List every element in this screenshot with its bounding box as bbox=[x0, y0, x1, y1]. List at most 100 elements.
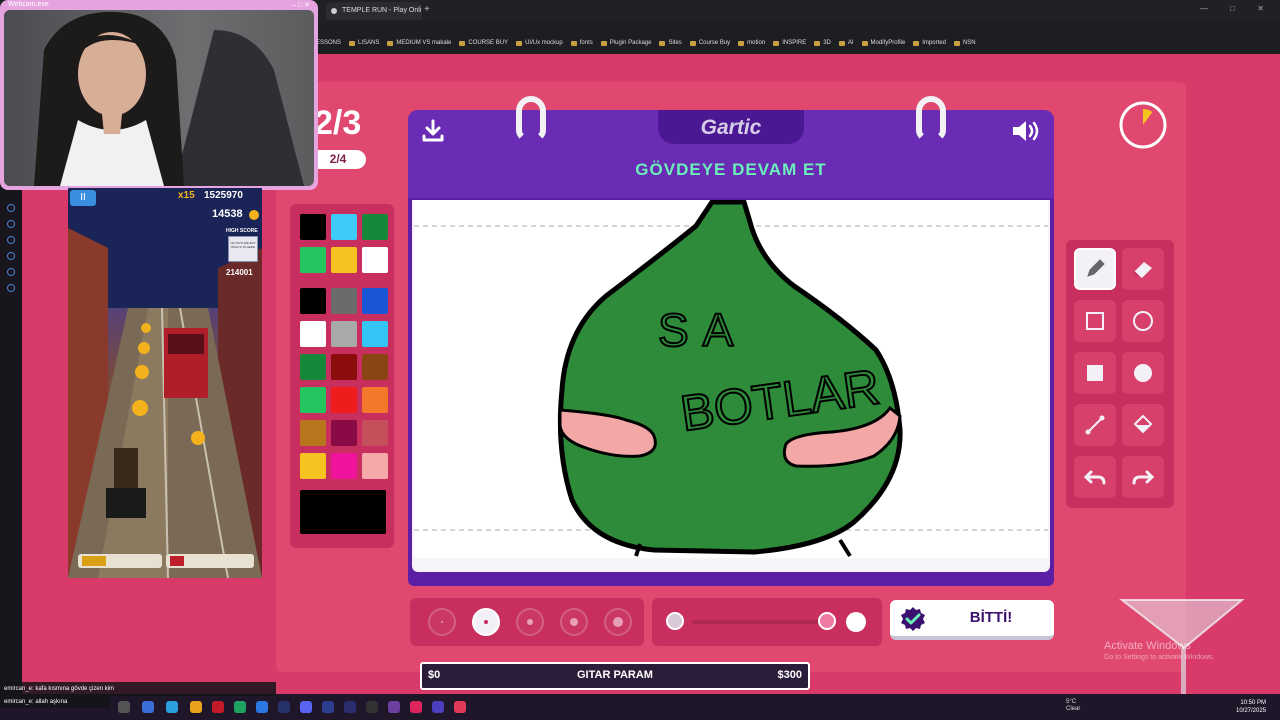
side-icon[interactable] bbox=[7, 204, 15, 212]
bookmark-item[interactable]: NSN bbox=[953, 40, 976, 46]
taskbar-app-icon[interactable] bbox=[278, 701, 290, 713]
side-icon[interactable] bbox=[7, 268, 15, 276]
browser-tab[interactable]: TEMPLE RUN - Play Onli bbox=[326, 2, 422, 20]
tool-circle-filled[interactable] bbox=[1122, 352, 1164, 394]
bookmark-item[interactable]: LISANS bbox=[349, 40, 379, 46]
color-swatch[interactable] bbox=[300, 420, 326, 446]
taskbar-app-icon[interactable] bbox=[300, 701, 312, 713]
taskbar-app-icon[interactable] bbox=[432, 701, 444, 713]
download-icon[interactable] bbox=[420, 118, 446, 144]
bookmark-item[interactable]: ModifyProfile bbox=[861, 40, 905, 46]
color-swatch[interactable] bbox=[331, 420, 357, 446]
bookmark-item[interactable]: Course Buy bbox=[689, 40, 730, 46]
color-swatch[interactable] bbox=[362, 420, 388, 446]
side-icon[interactable] bbox=[7, 220, 15, 228]
drawing-canvas[interactable]: SA BOTLAR bbox=[414, 200, 1048, 558]
color-swatch[interactable] bbox=[362, 453, 388, 479]
folder-icon bbox=[953, 40, 960, 46]
sound-icon[interactable] bbox=[1010, 118, 1042, 144]
bookmark-item[interactable]: fonts bbox=[570, 40, 593, 46]
taskbar-app-icon[interactable] bbox=[256, 701, 268, 713]
bookmark-label: motion bbox=[747, 40, 766, 46]
color-swatch[interactable] bbox=[362, 321, 388, 347]
tool-redo[interactable] bbox=[1122, 456, 1164, 498]
taskbar-clock[interactable]: 10:50 PM 10/27/2025 bbox=[1236, 699, 1266, 715]
redo-icon bbox=[1132, 470, 1155, 485]
bookmark-item[interactable]: Sites bbox=[659, 40, 682, 46]
taskbar-app-icon[interactable] bbox=[166, 701, 178, 713]
color-swatch[interactable] bbox=[331, 321, 357, 347]
canvas-frame: SA BOTLAR bbox=[412, 200, 1050, 572]
taskbar-app-icon[interactable] bbox=[410, 701, 422, 713]
clock-date: 10/27/2025 bbox=[1236, 708, 1267, 714]
taskbar-app-icon[interactable] bbox=[212, 701, 224, 713]
tool-square-outline[interactable] bbox=[1074, 300, 1116, 342]
tool-undo[interactable] bbox=[1074, 456, 1116, 498]
color-swatch[interactable] bbox=[331, 387, 357, 413]
side-icon[interactable] bbox=[7, 252, 15, 260]
opacity-knob[interactable] bbox=[818, 612, 836, 630]
color-swatch[interactable] bbox=[362, 354, 388, 380]
weather-widget[interactable]: 5°C Clear bbox=[1066, 699, 1080, 713]
turn-counter: 2/4 bbox=[310, 150, 366, 169]
bookmark-item[interactable]: Plugin Package bbox=[600, 40, 651, 46]
color-swatch[interactable] bbox=[331, 288, 357, 314]
webcam-controls[interactable]: – □ ✕ bbox=[292, 1, 310, 9]
color-swatch[interactable] bbox=[331, 354, 357, 380]
tool-circle-outline[interactable] bbox=[1122, 300, 1164, 342]
taskbar-app-icon[interactable] bbox=[118, 701, 130, 713]
bookmark-item[interactable]: UI/Ux mockup bbox=[516, 40, 563, 46]
bookmark-item[interactable]: Imported bbox=[913, 40, 946, 46]
tool-line[interactable] bbox=[1074, 404, 1116, 446]
pause-button[interactable]: II bbox=[70, 190, 96, 206]
window-controls[interactable]: — □ ✕ bbox=[1200, 4, 1274, 13]
taskbar-app-icon[interactable] bbox=[366, 701, 378, 713]
brush-size-option[interactable] bbox=[560, 608, 588, 636]
color-swatch[interactable] bbox=[300, 288, 326, 314]
taskbar-app-icon[interactable] bbox=[344, 701, 356, 713]
color-swatch[interactable] bbox=[331, 453, 357, 479]
color-swatch[interactable] bbox=[300, 247, 326, 273]
taskbar-app-icon[interactable] bbox=[190, 701, 202, 713]
tool-square-filled[interactable] bbox=[1074, 352, 1116, 394]
bookmark-label: NSN bbox=[962, 40, 976, 46]
side-icon[interactable] bbox=[7, 236, 15, 244]
subway-surfers-game: II x15 1525970 14538 HIGH SCORE NO PICTU… bbox=[68, 188, 262, 578]
brush-size-option[interactable] bbox=[604, 608, 632, 636]
color-swatch[interactable] bbox=[331, 247, 357, 273]
color-swatch[interactable] bbox=[300, 321, 326, 347]
bookmark-item[interactable]: INSPIRE bbox=[773, 40, 806, 46]
taskbar-app-icon[interactable] bbox=[454, 701, 466, 713]
opacity-track[interactable] bbox=[692, 620, 832, 624]
color-swatch[interactable] bbox=[362, 214, 388, 240]
tool-eraser[interactable] bbox=[1122, 248, 1164, 290]
color-swatch[interactable] bbox=[300, 354, 326, 380]
taskbar-app-icon[interactable] bbox=[234, 701, 246, 713]
brush-size-option[interactable] bbox=[472, 608, 500, 636]
brush-size-selector bbox=[410, 598, 644, 646]
taskbar-app-icon[interactable] bbox=[388, 701, 400, 713]
color-swatch[interactable] bbox=[331, 214, 357, 240]
bookmark-item[interactable]: 3D bbox=[814, 40, 831, 46]
brush-size-option[interactable] bbox=[516, 608, 544, 636]
color-swatch[interactable] bbox=[362, 247, 388, 273]
done-button[interactable]: BİTTİ! bbox=[890, 600, 1054, 640]
tool-fill-bucket[interactable] bbox=[1122, 404, 1164, 446]
color-swatch[interactable] bbox=[300, 387, 326, 413]
taskbar-app-icon[interactable] bbox=[322, 701, 334, 713]
color-swatch[interactable] bbox=[362, 387, 388, 413]
bookmark-item[interactable]: AI bbox=[838, 40, 854, 46]
taskbar-app-icon[interactable] bbox=[142, 701, 154, 713]
bookmark-item[interactable]: motion bbox=[738, 40, 765, 46]
color-swatch[interactable] bbox=[362, 288, 388, 314]
bookmark-item[interactable]: ESSONS bbox=[316, 40, 341, 46]
color-swatch[interactable] bbox=[300, 453, 326, 479]
color-swatch[interactable] bbox=[300, 214, 326, 240]
bookmark-item[interactable]: COURSE BUY bbox=[459, 40, 508, 46]
brush-size-option[interactable] bbox=[428, 608, 456, 636]
folder-icon bbox=[516, 40, 523, 46]
tool-pencil[interactable] bbox=[1074, 248, 1116, 290]
side-icon[interactable] bbox=[7, 284, 15, 292]
bookmark-item[interactable]: MEDIUM VS makale bbox=[387, 40, 451, 46]
new-tab-button[interactable]: + bbox=[424, 4, 430, 15]
